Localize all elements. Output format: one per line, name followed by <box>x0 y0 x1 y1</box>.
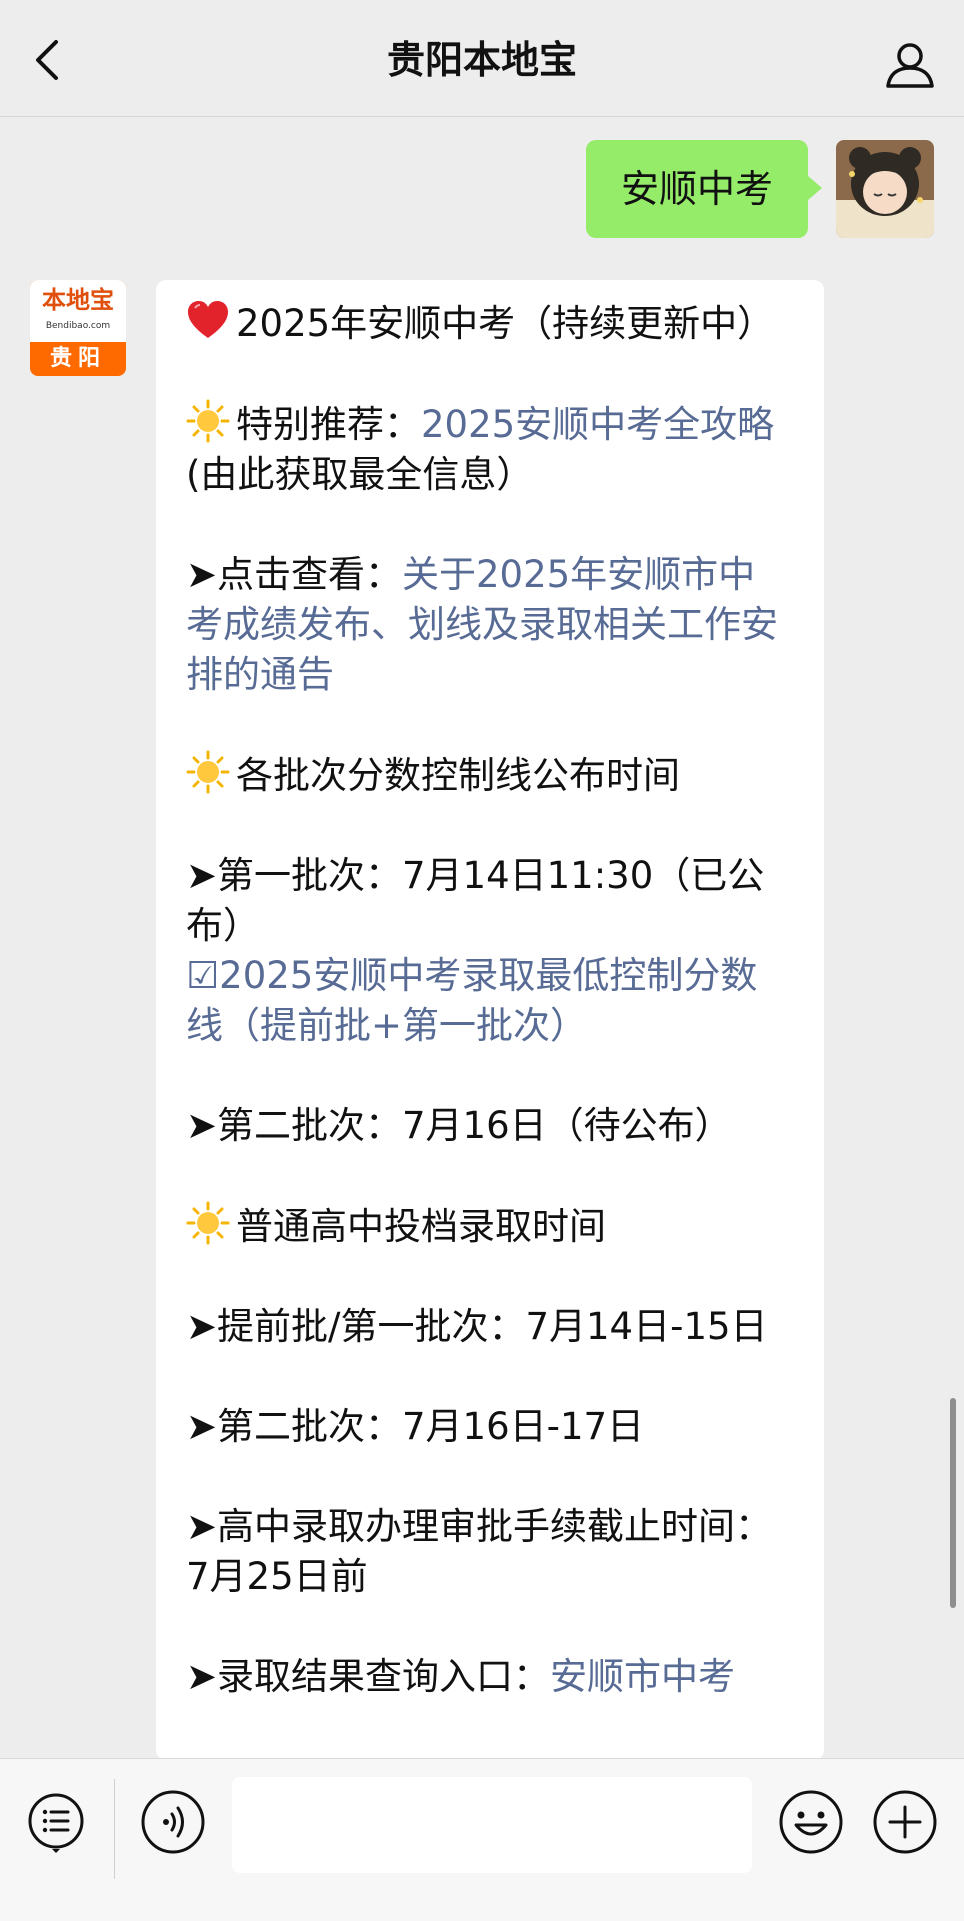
user-avatar-image <box>836 140 934 238</box>
guide-link[interactable]: 2025安顺中考全攻略 <box>421 403 774 446</box>
voice-icon <box>141 1790 205 1854</box>
view-label: ➤点击查看： <box>186 553 403 596</box>
chat-input-bar <box>0 1758 964 1921</box>
recommend-label: 特别推荐： <box>236 403 421 446</box>
query-label: ➤录取结果查询入口： <box>186 1655 551 1698</box>
chat-header: 贵阳本地宝 <box>0 0 964 117</box>
recommend-line: 特别推荐：2025安顺中考全攻略 (由此获取最全信息） <box>186 399 790 500</box>
sun-icon <box>186 1201 230 1245</box>
message-title: 2025年安顺中考（持续更新中） <box>236 302 775 345</box>
section-heading-2: 普通高中投档录取时间 <box>236 1205 606 1248</box>
menu-button[interactable] <box>26 1791 86 1853</box>
batch-two-line: ➤第二批次：7月16日（待公布） <box>186 1104 732 1147</box>
admission-batch-one-line: ➤提前批/第一批次：7月14日-15日 <box>186 1305 768 1348</box>
person-icon <box>886 43 934 88</box>
emoji-button[interactable] <box>778 1789 844 1855</box>
sun-icon <box>186 750 230 794</box>
voice-input-button[interactable] <box>140 1789 206 1855</box>
smiley-icon <box>779 1790 843 1854</box>
section-heading-admission: 普通高中投档录取时间 <box>186 1201 790 1252</box>
message-input[interactable] <box>232 1777 752 1873</box>
avatar-brand-name: 本地宝 <box>42 286 114 314</box>
profile-button[interactable] <box>882 36 938 92</box>
query-link[interactable]: 安顺市中考 <box>550 1655 735 1698</box>
scrollbar-thumb[interactable] <box>950 1398 956 1608</box>
query-entry-line: ➤录取结果查询入口：安顺市中考 <box>186 1652 790 1702</box>
sun-icon <box>186 399 230 443</box>
section-heading-1: 各批次分数控制线公布时间 <box>236 754 680 797</box>
avatar-brand-city: 贵阳 <box>49 346 106 371</box>
official-account-avatar[interactable]: 本地宝 Bendibao.com 贵阳 <box>30 280 126 376</box>
recommend-suffix: (由此获取最全信息） <box>186 453 534 496</box>
batch-one-block: ➤第一批次：7月14日11:30（已公布） ☑2025安顺中考录取最低控制分数线… <box>186 851 790 1051</box>
view-notice-line: ➤点击查看：关于2025年安顺市中考成绩发布、划线及录取相关工作安排的通告 <box>186 550 790 700</box>
list-menu-icon <box>28 1793 84 1853</box>
plus-icon <box>873 1790 937 1854</box>
sent-message-bubble[interactable]: 安顺中考 <box>586 140 822 238</box>
received-message-bubble: 2025年安顺中考（持续更新中） 特别推荐：2025安顺中考全攻略 (由此获取最全… <box>156 280 824 1760</box>
avatar-brand-url: Bendibao.com <box>45 321 111 331</box>
more-button[interactable] <box>872 1789 938 1855</box>
deadline-line: ➤高中录取办理审批手续截止时间：7月25日前 <box>186 1505 773 1598</box>
bar-divider <box>114 1779 115 1879</box>
sent-message-text: 安顺中考 <box>620 167 773 211</box>
admission-batch-two-line: ➤第二批次：7月16日-17日 <box>186 1405 645 1448</box>
batch-one-line: ➤第一批次：7月14日11:30（已公布） <box>186 854 765 947</box>
user-avatar[interactable] <box>836 140 934 238</box>
message-title-line: 2025年安顺中考（持续更新中） <box>186 298 790 349</box>
section-heading-score-lines: 各批次分数控制线公布时间 <box>186 750 790 801</box>
score-line-link[interactable]: ☑2025安顺中考录取最低控制分数线（提前批+第一批次） <box>186 954 757 1047</box>
page-title: 贵阳本地宝 <box>386 38 577 82</box>
red-heart-icon <box>188 301 228 338</box>
